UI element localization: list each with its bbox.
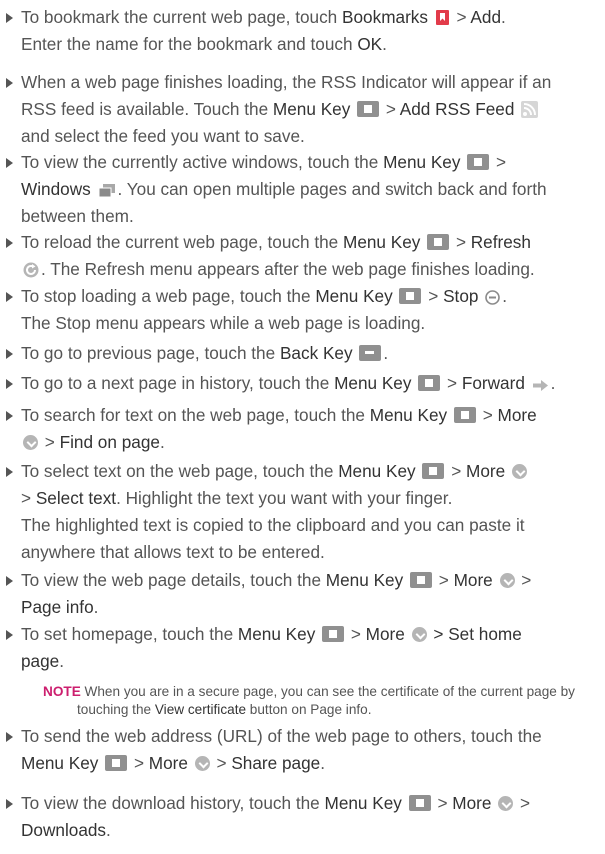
rss-feed-icon [521,101,539,118]
more-label: More [365,624,405,644]
note-label: NOTE [43,684,81,699]
menu-key-icon [322,626,345,642]
menu-key-icon [105,755,128,771]
page-info-label: Page info [21,597,94,617]
menu-key-icon [427,234,450,250]
more-label: More [452,793,492,813]
select-text-label: Select text [35,488,117,508]
windows-icon [98,184,115,198]
set-home-page-label-cont: page [21,651,60,671]
menu-key-label: Menu Key [338,461,416,481]
forward-label: Forward [461,373,525,393]
menu-key-icon [422,463,445,479]
bullet-arrow-icon [6,630,13,640]
menu-key-label: Menu Key [21,753,99,773]
downloads-label: Downloads [21,820,107,840]
stop-label: Stop [443,286,479,306]
menu-key-icon [408,795,431,811]
bullet-arrow-icon [6,238,13,248]
bookmark-icon [435,10,449,25]
menu-key-icon [409,572,432,588]
bullet-arrow-icon [6,576,13,586]
refresh-label: Refresh [470,232,531,252]
menu-key-label: Menu Key [343,232,421,252]
menu-key-label: Menu Key [315,286,393,306]
menu-key-icon [418,375,441,391]
back-key-label: Back Key [279,343,353,363]
bullet-arrow-icon [6,732,13,742]
bullet-arrow-icon [6,467,13,477]
more-icon [194,756,210,771]
more-icon [411,627,427,642]
menu-key-icon [399,288,422,304]
bullet-arrow-icon [6,799,13,809]
menu-key-label: Menu Key [383,152,461,172]
menu-key-label: Menu Key [237,624,316,644]
more-label: More [148,753,188,773]
add-rss-feed-label: Add RSS Feed [399,99,515,119]
more-icon [499,573,515,588]
menu-key-label: Menu Key [369,405,448,425]
menu-key-label: Menu Key [272,99,351,119]
view-certificate-label: View certificate [154,702,247,717]
share-page-label: Share page [231,753,321,773]
more-icon [498,796,514,811]
bullet-arrow-icon [6,411,13,421]
bullet-arrow-icon [6,292,13,302]
bookmarks-label: Bookmarks [342,7,428,27]
more-icon [23,435,38,450]
find-on-page-label: Find on page [59,432,160,452]
forward-arrow-icon [532,380,548,391]
more-icon [511,464,527,479]
menu-key-icon [453,407,476,423]
ok-label: OK [357,34,383,54]
menu-key-icon [467,154,490,170]
more-label: More [453,570,493,590]
menu-key-icon [357,101,380,117]
set-home-page-label: Set home [448,624,522,644]
bullet-arrow-icon [6,158,13,168]
bullet-arrow-icon [6,349,13,359]
windows-label: Windows [21,179,91,199]
note-box: NOTE When you are in a secure page, you … [43,684,575,717]
bullet-arrow-icon [6,13,13,23]
refresh-icon [23,262,39,278]
bullet-arrow-icon [6,78,13,88]
menu-key-label: Menu Key [325,570,404,590]
more-label: More [497,405,537,425]
bullet-arrow-icon [6,379,13,389]
back-key-icon [359,345,382,361]
menu-key-label: Menu Key [324,793,402,813]
menu-key-label: Menu Key [334,373,412,393]
more-label: More [466,461,506,481]
add-label: Add [470,7,502,27]
stop-icon [485,290,501,305]
